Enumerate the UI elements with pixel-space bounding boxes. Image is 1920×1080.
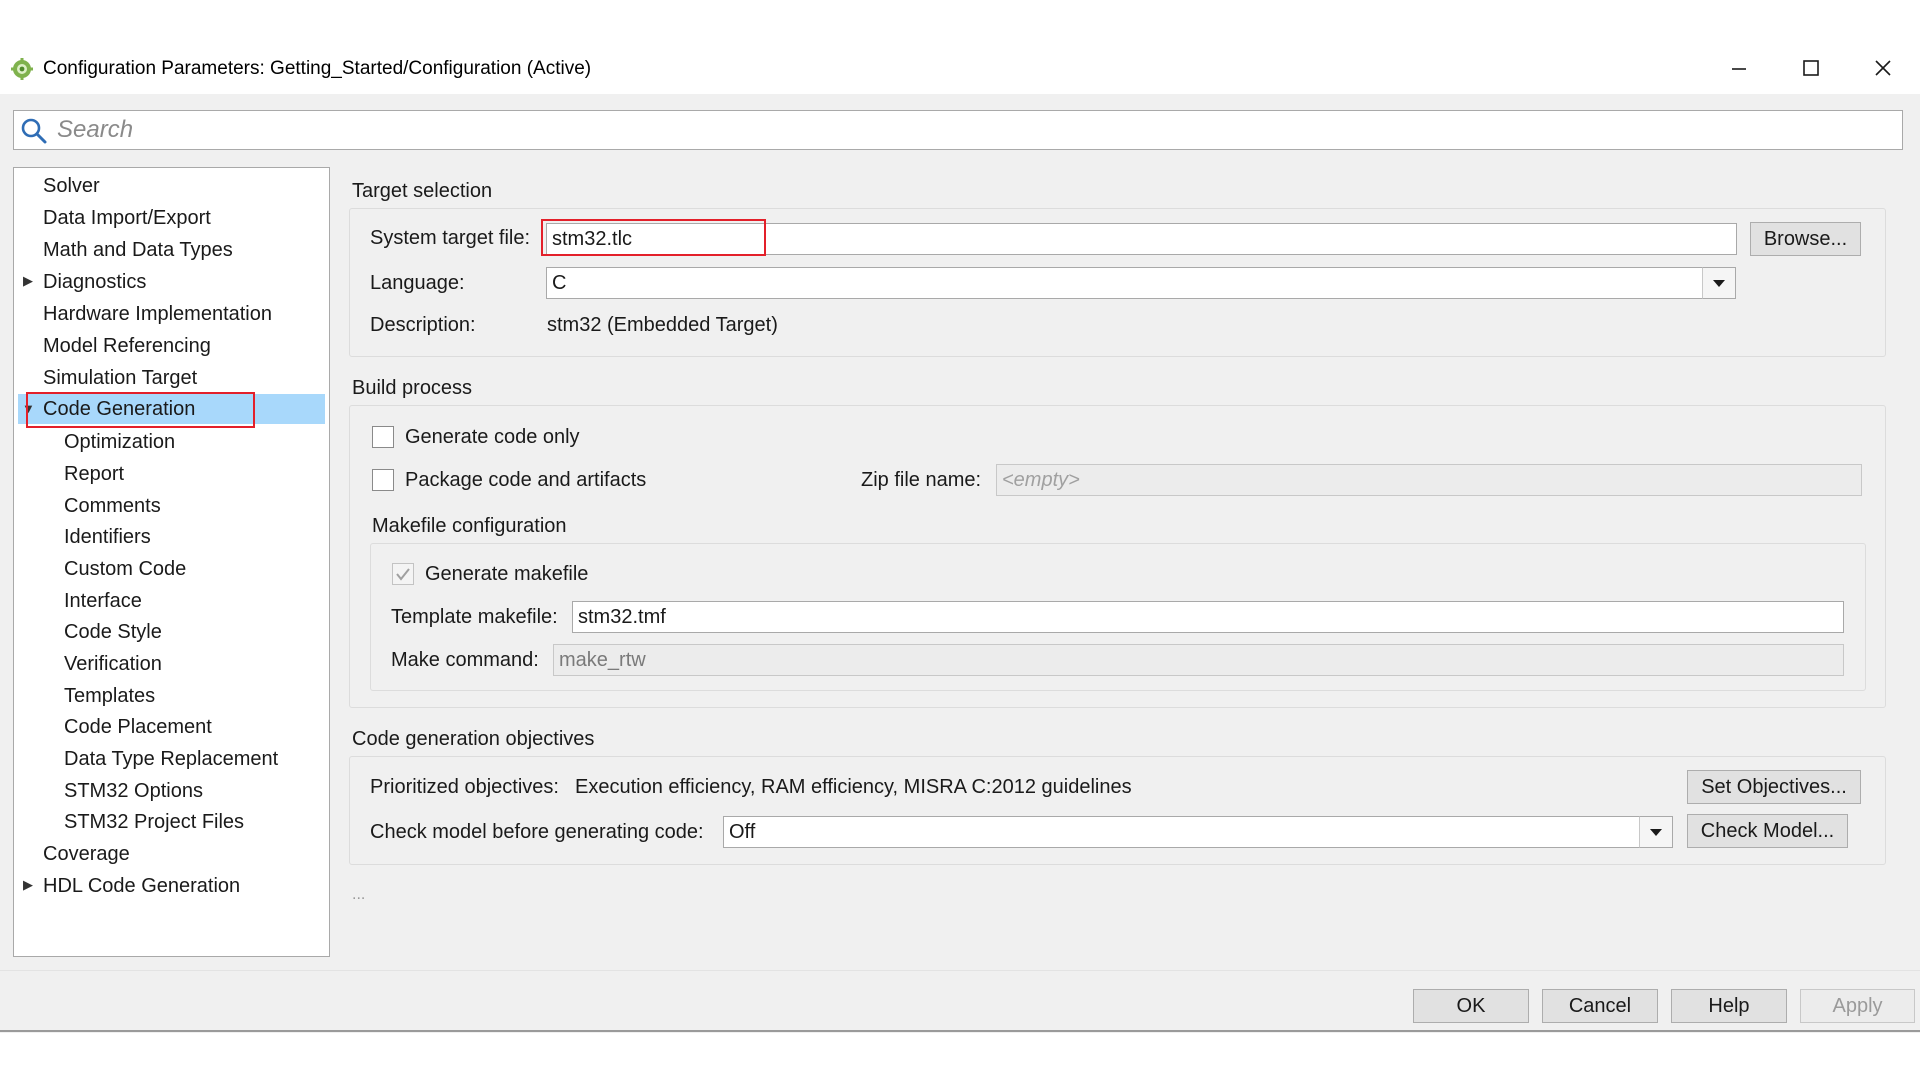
maximize-icon — [1803, 60, 1819, 76]
language-select[interactable]: C — [546, 267, 1703, 299]
collapse-arrow-icon[interactable]: ▼ — [22, 401, 35, 416]
tree-item-simulation-target[interactable]: Simulation Target — [43, 363, 197, 393]
makefile-config-title: Makefile configuration — [372, 515, 567, 537]
checkmark-icon — [396, 568, 410, 581]
tree-item-code-style[interactable]: Code Style — [64, 617, 162, 647]
close-icon — [1875, 60, 1891, 76]
tree-item-hardware-implementation[interactable]: Hardware Implementation — [43, 299, 272, 329]
tree-item-diagnostics[interactable]: Diagnostics — [43, 267, 146, 297]
build-process-title: Build process — [352, 377, 473, 399]
ok-button[interactable]: OK — [1413, 989, 1529, 1023]
tree-item-report[interactable]: Report — [64, 459, 124, 489]
description-label: Description: — [370, 314, 476, 336]
zip-file-name-label: Zip file name: — [861, 469, 982, 491]
description-value: stm32 (Embedded Target) — [547, 314, 778, 336]
matlab-gear-icon — [11, 58, 33, 80]
generate-makefile-checkbox[interactable] — [392, 563, 414, 585]
window-bottom-edge — [0, 1030, 1920, 1032]
minimize-button[interactable] — [1710, 50, 1768, 86]
tree-item-data-type-replacement[interactable]: Data Type Replacement — [64, 744, 278, 774]
chevron-down-icon — [1713, 280, 1725, 287]
tree-item-optimization[interactable]: Optimization — [64, 427, 175, 457]
tree-item-data-import-export[interactable]: Data Import/Export — [43, 203, 211, 233]
code-gen-objectives-group — [349, 756, 1886, 865]
make-command-field[interactable]: make_rtw — [553, 644, 1844, 676]
zip-file-name-field[interactable]: <empty> — [996, 464, 1862, 496]
search-icon — [20, 117, 48, 151]
cancel-button[interactable]: Cancel — [1542, 989, 1658, 1023]
tree-item-identifiers[interactable]: Identifiers — [64, 522, 151, 552]
tree-item-coverage[interactable]: Coverage — [43, 839, 130, 869]
package-code-checkbox[interactable] — [372, 469, 394, 491]
search-input[interactable] — [57, 112, 1887, 148]
apply-button[interactable]: Apply — [1800, 989, 1915, 1023]
set-objectives-button[interactable]: Set Objectives... — [1687, 770, 1861, 804]
prioritized-objectives-label: Prioritized objectives: — [370, 776, 559, 798]
close-button[interactable] — [1854, 50, 1912, 86]
tree-item-templates[interactable]: Templates — [64, 681, 155, 711]
template-makefile-field[interactable]: stm32.tmf — [572, 601, 1844, 633]
language-label: Language: — [370, 272, 465, 294]
check-model-select[interactable]: Off — [723, 816, 1640, 848]
minimize-icon — [1732, 68, 1746, 70]
language-dropdown-button[interactable] — [1702, 267, 1736, 299]
tree-item-stm32-options[interactable]: STM32 Options — [64, 776, 203, 806]
more-ellipsis: ... — [352, 886, 366, 903]
window-title: Configuration Parameters: Getting_Starte… — [43, 58, 592, 79]
tree-item-hdl-code-generation[interactable]: HDL Code Generation — [43, 871, 240, 901]
tree-item-interface[interactable]: Interface — [64, 586, 142, 616]
expand-arrow-icon[interactable]: ▶ — [23, 273, 33, 289]
generate-code-only-checkbox[interactable] — [372, 426, 394, 448]
check-model-button[interactable]: Check Model... — [1687, 814, 1848, 848]
check-model-dropdown-button[interactable] — [1639, 816, 1673, 848]
package-code-label: Package code and artifacts — [405, 469, 647, 491]
tree-item-comments[interactable]: Comments — [64, 491, 161, 521]
tree-item-code-placement[interactable]: Code Placement — [64, 712, 212, 742]
tree-item-custom-code[interactable]: Custom Code — [64, 554, 186, 584]
system-target-file-label: System target file: — [370, 227, 531, 249]
expand-arrow-icon[interactable]: ▶ — [23, 877, 33, 893]
template-makefile-label: Template makefile: — [391, 606, 558, 628]
tree-item-verification[interactable]: Verification — [64, 649, 162, 679]
browse-button[interactable]: Browse... — [1750, 222, 1861, 256]
help-button[interactable]: Help — [1671, 989, 1787, 1023]
tree-item-model-referencing[interactable]: Model Referencing — [43, 331, 211, 361]
make-command-label: Make command: — [391, 649, 539, 671]
tree-item-solver[interactable]: Solver — [43, 171, 100, 201]
prioritized-objectives-value: Execution efficiency, RAM efficiency, MI… — [575, 776, 1132, 798]
target-selection-title: Target selection — [352, 180, 493, 202]
tree-item-math-and-data-types[interactable]: Math and Data Types — [43, 235, 233, 265]
code-gen-objectives-title: Code generation objectives — [352, 728, 595, 750]
tree-item-stm32-project-files[interactable]: STM32 Project Files — [64, 807, 244, 837]
check-model-label: Check model before generating code: — [370, 821, 704, 843]
tree-item-code-generation[interactable]: Code Generation — [43, 394, 195, 424]
generate-makefile-label: Generate makefile — [425, 563, 589, 585]
chevron-down-icon — [1650, 829, 1662, 836]
maximize-button[interactable] — [1782, 50, 1840, 86]
generate-code-only-label: Generate code only — [405, 426, 580, 448]
system-target-file-field[interactable]: stm32.tlc — [546, 223, 1737, 255]
